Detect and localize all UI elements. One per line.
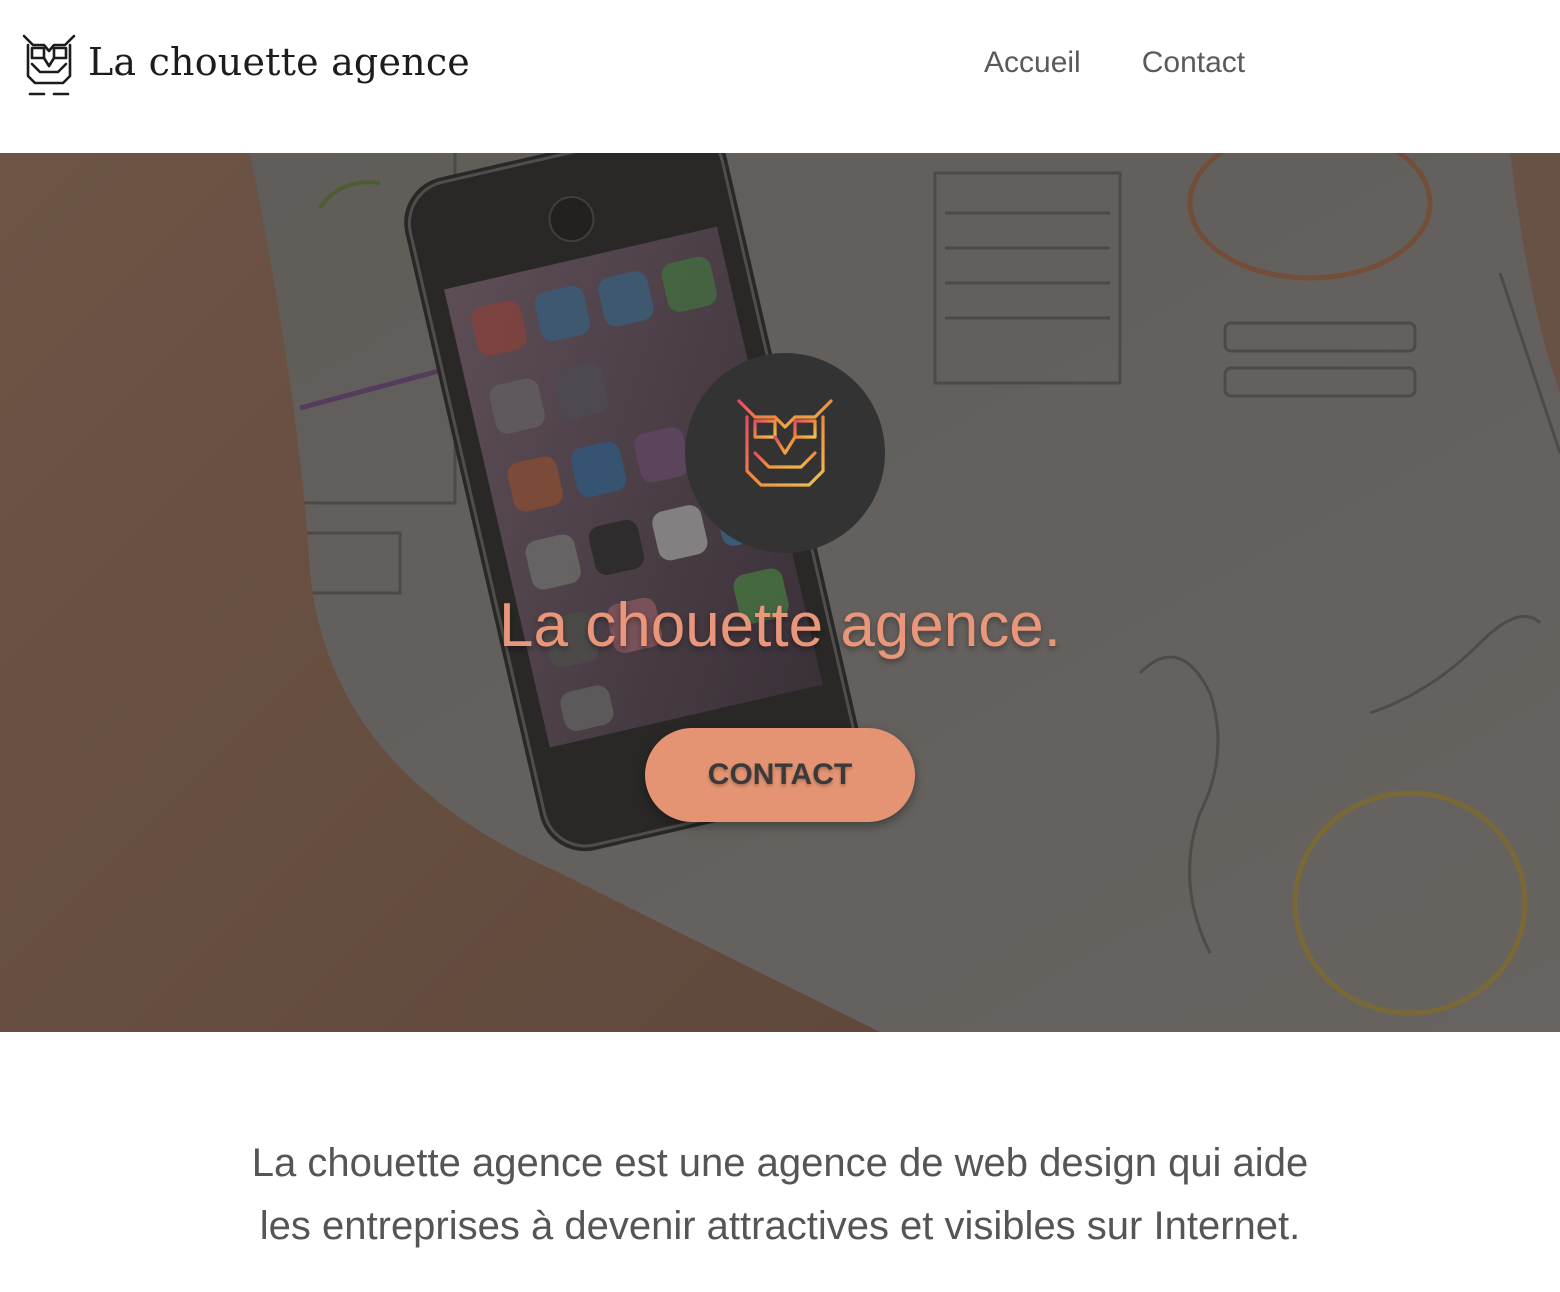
intro-text-line-2: les entreprises à devenir attractives et… xyxy=(259,1204,1301,1248)
nav-link-contact[interactable]: Contact xyxy=(1142,46,1245,80)
owl-icon xyxy=(22,34,76,96)
intro-section: La chouette agence est une agence de web… xyxy=(0,1132,1560,1258)
nav-link-accueil[interactable]: Accueil xyxy=(984,46,1081,80)
brand-logo-link[interactable]: La chouette agence xyxy=(20,30,470,100)
hero-title: La chouette agence. xyxy=(499,591,1061,660)
hero-section: La chouette agence. CONTACT xyxy=(0,153,1560,1032)
hero-logo-badge xyxy=(685,353,885,553)
owl-icon xyxy=(737,399,833,505)
main-nav: Accueil Contact xyxy=(984,46,1245,80)
intro-text-line-1: La chouette agence est une agence de web… xyxy=(251,1141,1309,1185)
brand-name: La chouette agence xyxy=(88,40,470,84)
site-header: La chouette agence Accueil Contact xyxy=(0,0,1560,153)
contact-button[interactable]: CONTACT xyxy=(645,728,915,822)
